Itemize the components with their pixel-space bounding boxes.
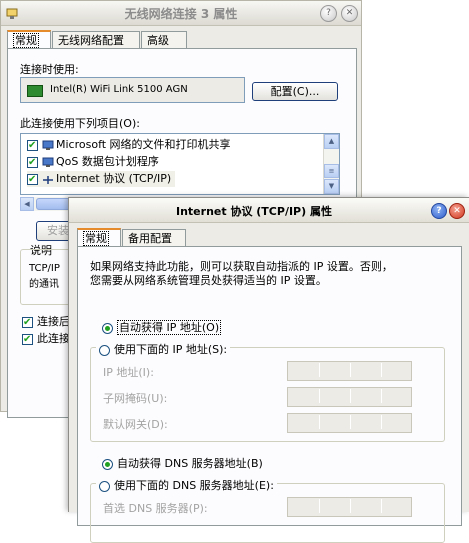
tab-general[interactable]: 常规: [7, 30, 51, 49]
dns-manual-radio[interactable]: [99, 480, 110, 492]
preferred-dns-input[interactable]: [287, 497, 412, 517]
dns-manual-option[interactable]: 使用下面的 DNS 服务器地址(E):: [96, 477, 277, 493]
description-line-1: 如果网络支持此功能，则可以获取自动指派的 IP 设置。否则，: [90, 260, 393, 273]
item-checkbox[interactable]: [27, 172, 38, 188]
close-icon[interactable]: ✕: [449, 203, 465, 219]
tab-alternate-config[interactable]: 备用配置: [122, 229, 186, 246]
dialog-title: Internet 协议 (TCP/IP) 属性: [176, 205, 332, 218]
dns-auto-radio[interactable]: [102, 458, 113, 470]
ip-address-input[interactable]: [287, 361, 412, 381]
back-titlebar[interactable]: 无线网络连接 3 属性 ? ✕: [1, 1, 361, 26]
subnet-mask-label: 子网掩码(U):: [103, 392, 168, 405]
back-window-title: 无线网络连接 3 属性: [124, 7, 238, 21]
item-checkbox[interactable]: [27, 138, 38, 154]
close-icon[interactable]: ✕: [341, 5, 358, 22]
scroll-left-icon[interactable]: ◀: [20, 197, 34, 211]
tab-general[interactable]: 常规: [77, 228, 121, 247]
tab-wireless-config[interactable]: 无线网络配置: [52, 31, 140, 48]
list-item[interactable]: Microsoft 网络的文件和打印机共享: [27, 137, 231, 154]
adapter-name: Intel(R) WiFi Link 5100 AGN: [50, 84, 188, 95]
dns-auto-option[interactable]: 自动获得 DNS 服务器地址(B): [102, 455, 263, 471]
item-checkbox[interactable]: [27, 155, 38, 171]
show-icon-checkbox[interactable]: [22, 315, 33, 331]
ip-auto-radio[interactable]: [102, 322, 113, 334]
subnet-mask-input[interactable]: [287, 387, 412, 407]
help-icon[interactable]: ?: [431, 203, 447, 219]
dialog-description: 如果网络支持此功能，则可以获取自动指派的 IP 设置。否则， 您需要从网络系统管…: [90, 260, 445, 288]
computer-icon: [42, 140, 54, 150]
gateway-label: 默认网关(D):: [103, 418, 168, 431]
dialog-general-panel: 如果网络支持此功能，则可以获取自动指派的 IP 设置。否则， 您需要从网络系统管…: [77, 246, 462, 543]
items-label: 此连接使用下列项目(O):: [20, 117, 140, 130]
notify-checkbox[interactable]: [22, 332, 33, 348]
computer-icon: [42, 157, 54, 167]
description-text-line1: TCP/IP: [29, 263, 60, 274]
manual-ip-group: IP 地址(I): 子网掩码(U): 默认网关(D):: [90, 347, 445, 442]
adapter-display: Intel(R) WiFi Link 5100 AGN: [20, 77, 245, 103]
ip-address-label: IP 地址(I):: [103, 366, 154, 379]
list-vertical-scrollbar[interactable]: ▲ ≡ ▼: [323, 134, 339, 194]
show-icon-option[interactable]: 连接后: [22, 314, 70, 331]
help-icon[interactable]: ?: [320, 5, 337, 22]
ip-manual-option[interactable]: 使用下面的 IP 地址(S):: [96, 341, 231, 357]
notify-option[interactable]: 此连接: [22, 331, 70, 348]
ip-auto-option[interactable]: 自动获得 IP 地址(O): [102, 319, 222, 335]
connect-using-label: 连接时使用:: [20, 63, 79, 76]
list-item[interactable]: QoS 数据包计划程序: [27, 154, 159, 171]
description-line-2: 您需要从网络系统管理员处获得适当的 IP 设置。: [90, 274, 327, 287]
preferred-dns-label: 首选 DNS 服务器(P):: [103, 502, 208, 515]
scroll-up-icon[interactable]: ▲: [324, 134, 339, 149]
configure-button[interactable]: 配置(C)...: [252, 82, 338, 101]
list-item[interactable]: Internet 协议 (TCP/IP): [27, 171, 176, 188]
protocol-icon: [43, 175, 53, 184]
dialog-titlebar[interactable]: Internet 协议 (TCP/IP) 属性 ? ✕: [69, 198, 469, 223]
components-list[interactable]: Microsoft 网络的文件和打印机共享 QoS 数据包计划程序 Intern…: [20, 133, 340, 195]
description-text-line2: 的通讯: [29, 279, 59, 290]
gateway-input[interactable]: [287, 413, 412, 433]
network-adapter-icon: [27, 85, 43, 97]
scroll-down-icon[interactable]: ▼: [324, 179, 339, 194]
ip-manual-radio[interactable]: [99, 344, 110, 356]
tcpip-properties-dialog: Internet 协议 (TCP/IP) 属性 ? ✕ 常规 备用配置 如果网络…: [68, 197, 469, 543]
tab-advanced[interactable]: 高级: [141, 31, 187, 48]
scroll-thumb[interactable]: ≡: [324, 164, 339, 178]
